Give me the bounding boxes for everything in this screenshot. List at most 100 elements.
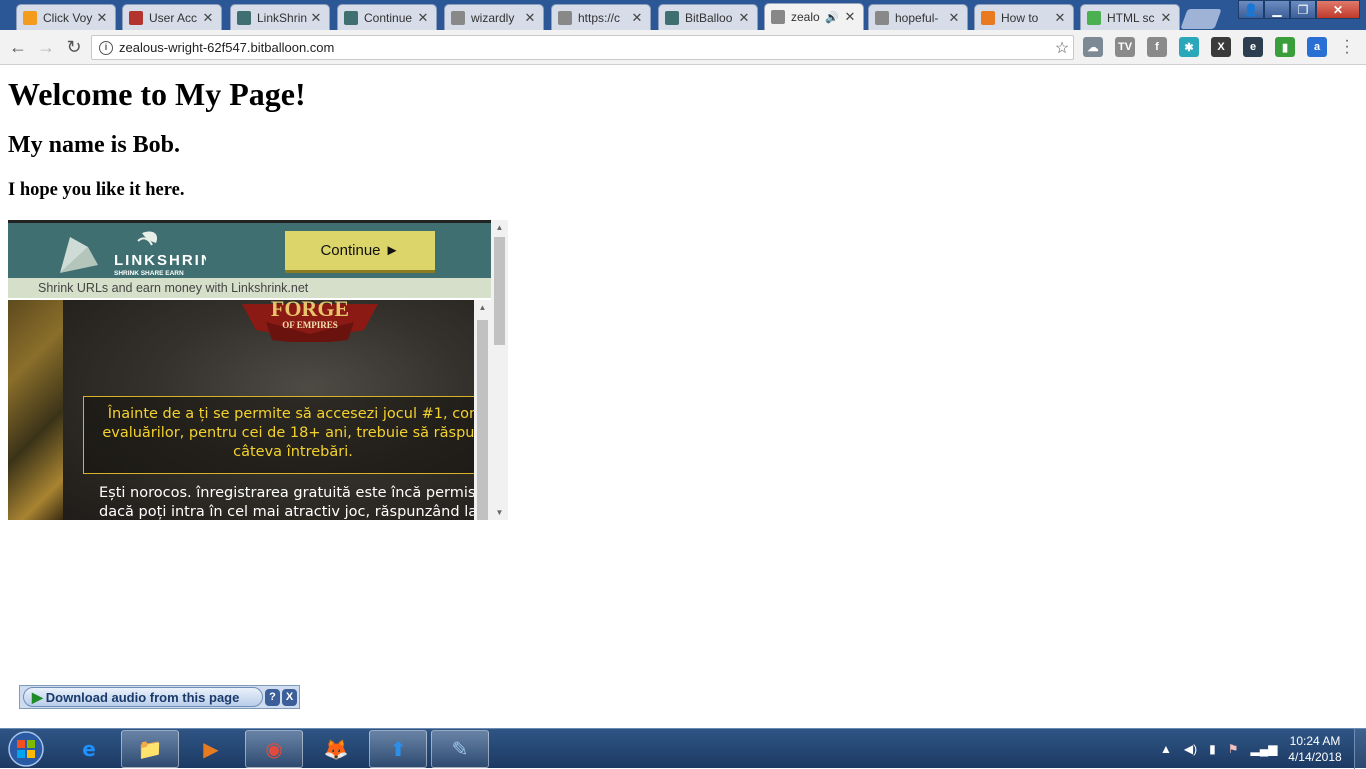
- browser-tab[interactable]: Click Voy ✕: [16, 4, 116, 30]
- browser-tab[interactable]: hopeful- ✕: [868, 4, 968, 30]
- notepad-icon: ✎: [451, 737, 469, 761]
- ad-notice-line: Înainte de a ți se permite să accesezi j…: [107, 406, 474, 422]
- action-center-flag-icon[interactable]: ⚑: [1228, 742, 1239, 756]
- frame-scrollbar[interactable]: ▲ ▼: [491, 220, 508, 520]
- close-bar-button[interactable]: X: [282, 688, 297, 706]
- maximize-button[interactable]: ❐: [1290, 0, 1316, 19]
- reload-button[interactable]: ↻: [62, 36, 86, 58]
- ad-notice-line: câteva întrebări.: [233, 444, 353, 460]
- close-window-button[interactable]: ✕: [1316, 0, 1360, 19]
- play-icon: ▶: [32, 688, 43, 705]
- forward-button[interactable]: →: [34, 36, 58, 58]
- browser-tab[interactable]: zealo 🔊 ✕: [764, 3, 864, 30]
- scroll-down-arrow-icon[interactable]: ▼: [491, 505, 508, 520]
- continue-button[interactable]: Continue ►: [285, 231, 435, 273]
- tab-title: zealo: [791, 10, 820, 24]
- show-desktop-button[interactable]: [1354, 729, 1366, 769]
- close-tab-icon[interactable]: ✕: [416, 10, 430, 26]
- page-icon: [771, 10, 785, 24]
- clock[interactable]: 10:24 AM 4/14/2018: [1280, 733, 1350, 765]
- url-text[interactable]: zealous-wright-62f547.bitballoon.com: [119, 40, 1051, 55]
- close-tab-icon[interactable]: ✕: [201, 10, 215, 26]
- taskbar-app[interactable]: ◉: [245, 730, 303, 768]
- audio-playing-icon[interactable]: 🔊: [825, 11, 839, 24]
- taskbar-app[interactable]: 🦊: [307, 730, 365, 768]
- back-button[interactable]: ←: [6, 36, 30, 58]
- window-controls: 👤 ▁ ❐ ✕: [1238, 0, 1360, 19]
- user-icon[interactable]: 👤: [1238, 0, 1264, 19]
- help-button[interactable]: ?: [265, 688, 280, 706]
- scroll-up-arrow-icon[interactable]: ▲: [474, 300, 491, 315]
- show-hidden-icons-icon[interactable]: ▲: [1160, 742, 1172, 756]
- address-bar[interactable]: i zealous-wright-62f547.bitballoon.com ☆: [91, 35, 1074, 60]
- linkshrink-logo-text: LINKSHRINK: [114, 252, 206, 269]
- e-ext-icon[interactable]: e: [1243, 37, 1263, 57]
- tab-title: LinkShrin: [257, 10, 308, 25]
- facebook-ext-icon[interactable]: f: [1147, 37, 1167, 57]
- browser-tab[interactable]: User Acc ✕: [122, 4, 222, 30]
- browser-tab[interactable]: Continue ✕: [337, 4, 437, 30]
- file-explorer-icon: 📁: [137, 737, 163, 761]
- web-page: Welcome to My Page! My name is Bob. I ho…: [0, 66, 1366, 728]
- browser-tab[interactable]: HTML sc ✕: [1080, 4, 1180, 30]
- chart-ext-icon[interactable]: ▮: [1275, 37, 1295, 57]
- dashboard-icon: [129, 10, 143, 25]
- ad-notice-line: evaluărilor, pentru cei de 18+ ani, treb…: [102, 425, 474, 441]
- scroll-thumb[interactable]: [494, 237, 505, 345]
- stackoverflow-icon: [981, 10, 995, 25]
- tv-ext-icon[interactable]: TV: [1115, 37, 1135, 57]
- site-info-icon[interactable]: i: [99, 40, 113, 55]
- taskbar-app[interactable]: ✎: [431, 730, 489, 768]
- clock-date: 4/14/2018: [1288, 750, 1342, 764]
- browser-tab[interactable]: wizardly ✕: [444, 4, 544, 30]
- linkshrink-bar: LINKSHRINK SHRINK SHARE EARN Continue ►: [8, 220, 491, 278]
- close-tab-icon[interactable]: ✕: [630, 10, 644, 26]
- browser-toolbar: ← → ↻ i zealous-wright-62f547.bitballoon…: [0, 30, 1366, 65]
- windows-taskbar: e 📁 ▶ ◉ 🦊 ⬆ ✎ ▲ ◀) ▮ ⚑ ▂▄▆ 10:24 AM 4/14/2018: [0, 728, 1366, 769]
- tab-title: How to: [1001, 10, 1039, 25]
- download-audio-button[interactable]: ▶ Download audio from this page: [23, 687, 263, 707]
- tab-title: https://c: [578, 10, 621, 25]
- taskbar-app[interactable]: ▶: [182, 730, 240, 768]
- close-tab-icon[interactable]: ✕: [95, 10, 109, 26]
- new-tab-button[interactable]: [1180, 9, 1222, 29]
- advertisement[interactable]: FORGE OF EMPIRES Înainte de a ți se perm…: [8, 300, 474, 520]
- page-icon: [451, 10, 465, 25]
- volume-icon[interactable]: ◀): [1184, 742, 1197, 756]
- taskbar-app[interactable]: ⬆: [369, 730, 427, 768]
- bookmark-star-icon[interactable]: ☆: [1051, 38, 1073, 58]
- close-tab-icon[interactable]: ✕: [737, 10, 751, 26]
- forge-of-empires-logo: FORGE OF EMPIRES: [242, 300, 378, 342]
- linkshrink-slogan: Shrink URLs and earn money with Linkshri…: [8, 278, 491, 298]
- close-tab-icon[interactable]: ✕: [1053, 10, 1067, 26]
- close-tab-icon[interactable]: ✕: [523, 10, 537, 26]
- close-tab-icon[interactable]: ✕: [947, 10, 961, 26]
- taskbar-app[interactable]: 📁: [121, 730, 179, 768]
- browser-tab[interactable]: LinkShrin ✕: [230, 4, 330, 30]
- upload-app-icon: ⬆: [389, 737, 407, 761]
- close-tab-icon[interactable]: ✕: [843, 9, 857, 25]
- close-tab-icon[interactable]: ✕: [309, 10, 323, 26]
- linkshrink-logo: LINKSHRINK SHRINK SHARE EARN: [60, 231, 206, 277]
- taskbar-app[interactable]: e: [60, 730, 118, 768]
- minimize-button[interactable]: ▁: [1264, 0, 1290, 19]
- browser-tab[interactable]: How to ✕: [974, 4, 1074, 30]
- ad-scrollbar[interactable]: ▲: [474, 300, 491, 520]
- gear-ext-icon[interactable]: ✱: [1179, 37, 1199, 57]
- page-tagline: I hope you like it here.: [8, 180, 185, 200]
- browser-tab[interactable]: https://c ✕: [551, 4, 651, 30]
- a-ext-icon[interactable]: a: [1307, 37, 1327, 57]
- browser-tab[interactable]: BitBalloo ✕: [658, 4, 758, 30]
- scroll-thumb[interactable]: [477, 320, 488, 520]
- browser-menu-icon[interactable]: · · ·: [1342, 33, 1352, 61]
- download-audio-label: Download audio from this page: [45, 689, 240, 705]
- x-ext-icon[interactable]: X: [1211, 37, 1231, 57]
- start-button[interactable]: [4, 730, 48, 768]
- network-signal-icon[interactable]: ▂▄▆: [1251, 742, 1278, 756]
- scroll-up-arrow-icon[interactable]: ▲: [491, 220, 508, 235]
- close-tab-icon[interactable]: ✕: [1159, 10, 1173, 26]
- linkshrink-icon: [237, 10, 251, 25]
- cloud-ext-icon[interactable]: ☁: [1083, 37, 1103, 57]
- battery-icon[interactable]: ▮: [1209, 742, 1216, 756]
- extensions-area: ☁ TV f ✱ Xe ▮ a: [1083, 37, 1339, 57]
